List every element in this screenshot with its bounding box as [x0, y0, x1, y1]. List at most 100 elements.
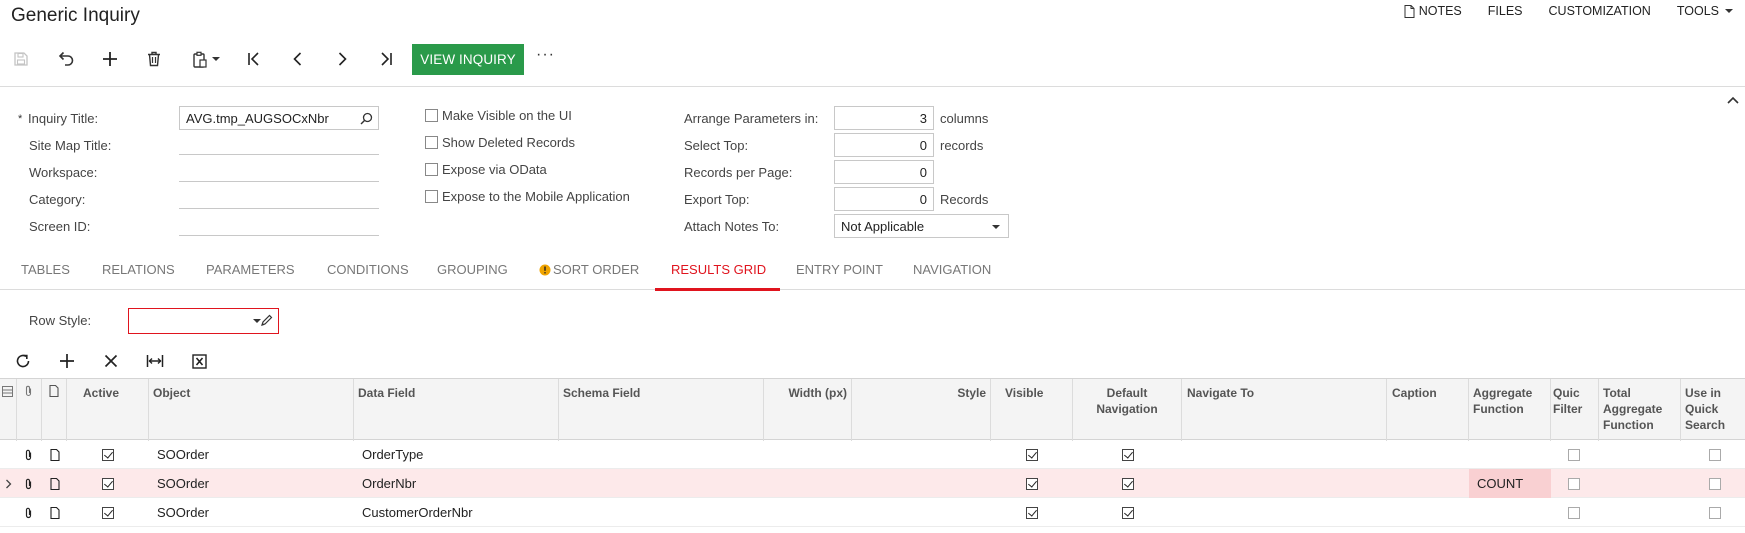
inquiry-title-field[interactable]: AVG.tmp_AUGSOCxNbr: [179, 106, 379, 130]
files-menu[interactable]: FILES: [1488, 4, 1523, 18]
view-inquiry-button[interactable]: VIEW INQUIRY: [412, 44, 524, 75]
screen-id-field[interactable]: [179, 214, 379, 236]
save-button[interactable]: [7, 45, 35, 73]
expose-mobile-checkbox[interactable]: Expose to the Mobile Application: [425, 189, 630, 204]
tools-menu[interactable]: TOOLS: [1677, 4, 1733, 18]
attachment-icon[interactable]: [24, 498, 33, 527]
visible-checkbox[interactable]: [1026, 469, 1038, 498]
collapse-icon[interactable]: [1727, 95, 1739, 105]
workspace-field[interactable]: [179, 160, 379, 182]
quick-search-checkbox[interactable]: [1709, 469, 1721, 498]
fit-columns-button[interactable]: [141, 349, 169, 373]
tab-relations[interactable]: RELATIONS: [102, 256, 175, 290]
category-field[interactable]: [179, 187, 379, 209]
col-width[interactable]: Width (px): [764, 379, 852, 441]
tab-entry-point[interactable]: ENTRY POINT: [796, 256, 883, 290]
object-cell[interactable]: SOOrder: [157, 498, 209, 527]
inquiry-title-label: Inquiry Title:: [28, 111, 99, 126]
attachment-icon[interactable]: [24, 469, 33, 498]
note-icon[interactable]: [50, 469, 60, 498]
table-row[interactable]: SOOrder OrderNbr COUNT: [0, 469, 1745, 498]
refresh-button[interactable]: [9, 349, 37, 373]
col-default-navigation[interactable]: Default Navigation: [1073, 379, 1182, 441]
page-title: Generic Inquiry: [11, 5, 140, 26]
export-top-input[interactable]: 0: [834, 187, 934, 211]
note-icon[interactable]: [50, 440, 60, 469]
attach-notes-select[interactable]: Not Applicable: [834, 214, 1009, 238]
object-cell[interactable]: SOOrder: [157, 440, 209, 469]
quick-filter-checkbox[interactable]: [1568, 469, 1580, 498]
col-object[interactable]: Object: [149, 379, 354, 441]
select-top-input[interactable]: 0: [834, 133, 934, 157]
default-navigation-checkbox[interactable]: [1122, 469, 1134, 498]
previous-record-button[interactable]: [284, 45, 312, 73]
visible-checkbox[interactable]: [1026, 440, 1038, 469]
site-map-title-field[interactable]: [179, 133, 379, 155]
arrange-parameters-input[interactable]: 3: [834, 106, 934, 130]
col-navigate-to[interactable]: Navigate To: [1182, 379, 1387, 441]
delete-row-button[interactable]: [97, 349, 125, 373]
tab-sort-order[interactable]: SORT ORDER: [539, 256, 639, 284]
quick-search-checkbox[interactable]: [1709, 440, 1721, 469]
col-style[interactable]: Style: [852, 379, 991, 441]
col-aggregate-function[interactable]: Aggregate Function: [1469, 379, 1551, 441]
expose-odata-checkbox[interactable]: Expose via OData: [425, 162, 547, 177]
quick-filter-checkbox[interactable]: [1568, 440, 1580, 469]
tab-parameters[interactable]: PARAMETERS: [206, 256, 295, 290]
attachment-icon[interactable]: [24, 440, 33, 469]
tab-grouping[interactable]: GROUPING: [437, 256, 508, 290]
quick-filter-checkbox[interactable]: [1568, 498, 1580, 527]
default-navigation-checkbox[interactable]: [1122, 498, 1134, 527]
export-excel-button[interactable]: [185, 349, 213, 373]
attach-notes-label: Attach Notes To:: [684, 219, 780, 234]
records-per-page-input[interactable]: 0: [834, 160, 934, 184]
export-top-unit: Records: [940, 192, 989, 207]
data-field-cell[interactable]: OrderType: [362, 440, 423, 469]
clipboard-icon: [193, 51, 207, 68]
delete-button[interactable]: [140, 45, 168, 73]
col-visible[interactable]: Visible: [991, 379, 1073, 441]
col-caption[interactable]: Caption: [1387, 379, 1469, 441]
tab-conditions[interactable]: CONDITIONS: [327, 256, 409, 290]
tab-results-grid[interactable]: RESULTS GRID: [671, 256, 766, 290]
col-schema-field[interactable]: Schema Field: [559, 379, 764, 441]
last-record-button[interactable]: [372, 45, 400, 73]
table-row[interactable]: SOOrder OrderType: [0, 440, 1745, 469]
make-visible-checkbox[interactable]: Make Visible on the UI: [425, 108, 572, 123]
quick-search-checkbox[interactable]: [1709, 498, 1721, 527]
col-data-field[interactable]: Data Field: [354, 379, 559, 441]
checkbox-icon: [425, 109, 438, 122]
col-quick-filter[interactable]: Quic Filter: [1551, 379, 1599, 441]
data-field-cell[interactable]: OrderNbr: [362, 469, 416, 498]
note-icon[interactable]: [50, 498, 60, 527]
col-quick-search[interactable]: Use in Quick Search: [1681, 379, 1745, 441]
paste-dropdown-button[interactable]: [186, 45, 226, 73]
data-field-cell[interactable]: CustomerOrderNbr: [362, 498, 473, 527]
row-selector-header[interactable]: [0, 379, 17, 441]
tab-navigation[interactable]: NAVIGATION: [913, 256, 991, 290]
show-deleted-checkbox[interactable]: Show Deleted Records: [425, 135, 575, 150]
active-checkbox[interactable]: [102, 469, 114, 498]
default-navigation-checkbox[interactable]: [1122, 440, 1134, 469]
active-checkbox[interactable]: [102, 440, 114, 469]
notes-menu[interactable]: NOTES: [1404, 4, 1462, 18]
tab-tables[interactable]: TABLES: [21, 256, 70, 290]
edit-icon[interactable]: [260, 314, 273, 327]
undo-button[interactable]: [52, 45, 80, 73]
active-checkbox[interactable]: [102, 498, 114, 527]
col-total-aggregate[interactable]: Total Aggregate Function: [1599, 379, 1681, 441]
col-active[interactable]: Active: [67, 379, 149, 441]
row-style-select[interactable]: [128, 308, 279, 334]
first-record-button[interactable]: [240, 45, 268, 73]
table-row[interactable]: SOOrder CustomerOrderNbr: [0, 498, 1745, 527]
aggregate-cell[interactable]: COUNT: [1469, 469, 1551, 498]
search-icon[interactable]: [360, 112, 373, 125]
more-actions-button[interactable]: ···: [536, 46, 555, 64]
visible-checkbox[interactable]: [1026, 498, 1038, 527]
customization-menu[interactable]: CUSTOMIZATION: [1549, 4, 1651, 18]
add-row-button[interactable]: [53, 349, 81, 373]
next-record-button[interactable]: [328, 45, 356, 73]
add-button[interactable]: [96, 45, 124, 73]
object-cell[interactable]: SOOrder: [157, 469, 209, 498]
inquiry-summary-form: * Inquiry Title: Site Map Title: Workspa…: [0, 86, 1745, 250]
